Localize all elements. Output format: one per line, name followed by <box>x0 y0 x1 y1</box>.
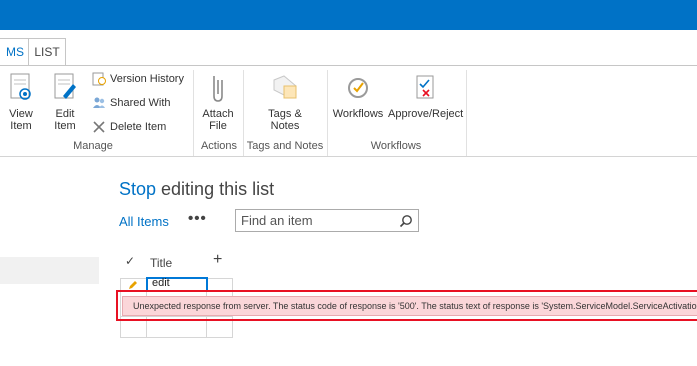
select-all-checkmark[interactable]: ✓ <box>125 254 135 268</box>
ribbon: View Item Edit Item Version History Shar… <box>0 66 697 157</box>
workflows-group-label: Workflows <box>370 140 422 152</box>
page-heading: Stop editing this list <box>119 179 274 200</box>
search-box <box>235 209 419 232</box>
edit-item-icon <box>54 73 76 99</box>
edit-pencil-icon <box>129 281 137 289</box>
tab-list[interactable]: LIST <box>28 38 66 66</box>
suite-bar <box>0 0 697 30</box>
quick-launch-selected-item[interactable] <box>0 257 99 284</box>
manage-group-label: Manage <box>73 140 113 152</box>
workflows-label: Workflows <box>332 108 384 120</box>
view-item-label: View Item <box>9 108 33 132</box>
group-divider <box>327 70 328 156</box>
shared-with-button[interactable]: Shared With <box>92 94 171 112</box>
version-history-label: Version History <box>110 73 184 85</box>
column-header-title[interactable]: Title <box>150 256 172 270</box>
tags-notes-icon <box>273 75 297 99</box>
search-input[interactable] <box>236 210 391 231</box>
approve-reject-label: Approve/Reject <box>388 108 464 120</box>
stop-editing-link[interactable]: Stop <box>119 179 156 199</box>
approve-reject-button[interactable]: Approve/Reject <box>388 72 464 120</box>
attach-file-icon <box>213 76 223 102</box>
ribbon-tab-row: MS LIST <box>0 30 697 66</box>
shared-with-icon <box>93 97 105 108</box>
tags-notes-button[interactable]: Tags & Notes <box>259 72 311 132</box>
version-history-icon <box>92 72 106 86</box>
view-item-icon <box>10 73 31 100</box>
delete-item-button[interactable]: Delete Item <box>92 118 166 136</box>
shared-with-label: Shared With <box>110 97 171 109</box>
version-history-button[interactable]: Version History <box>92 70 184 88</box>
active-edit-cell[interactable]: edit <box>146 277 208 291</box>
delete-item-label: Delete Item <box>110 121 167 133</box>
tags-notes-group-label: Tags and Notes <box>246 140 324 152</box>
heading-text: editing this list <box>156 179 275 199</box>
approve-reject-icon <box>416 75 434 99</box>
group-divider <box>466 70 467 156</box>
workflows-button[interactable]: Workflows <box>332 72 384 120</box>
view-all-items-link[interactable]: All Items <box>119 214 169 229</box>
edit-item-button[interactable]: Edit Item <box>40 72 90 132</box>
tags-notes-label: Tags & Notes <box>268 108 302 132</box>
attach-file-button[interactable]: Attach File <box>193 72 243 132</box>
actions-group-label: Actions <box>200 140 238 152</box>
delete-icon <box>93 121 105 133</box>
workflows-icon <box>348 78 368 98</box>
error-highlight-box <box>116 290 697 321</box>
search-icon[interactable] <box>399 214 413 228</box>
more-views-button[interactable]: ••• <box>188 210 207 227</box>
add-column-button[interactable]: + <box>213 251 222 269</box>
edit-item-label: Edit Item <box>54 108 76 132</box>
attach-file-label: Attach File <box>202 108 234 132</box>
edit-cell-text: edit <box>152 277 170 289</box>
